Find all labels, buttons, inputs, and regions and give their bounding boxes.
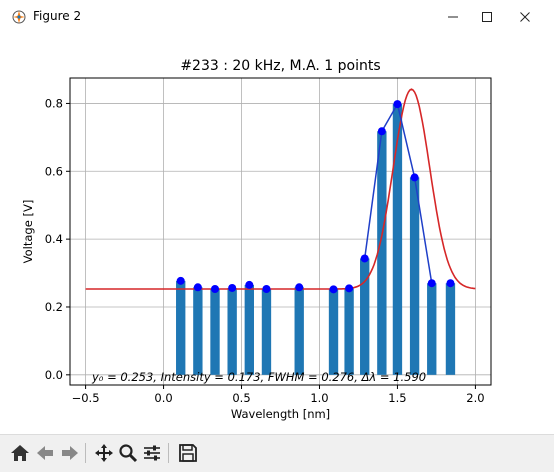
bar — [409, 177, 420, 375]
data-point — [262, 284, 271, 293]
back-button[interactable] — [33, 441, 57, 465]
chart-title: #233 : 20 kHz, M.A. 1 points — [180, 58, 380, 74]
sliders-icon — [144, 445, 160, 461]
fit-annotation: y₀ = 0.253, Intensity = 0.173, FWHM = 0.… — [91, 370, 426, 384]
bar — [344, 288, 354, 375]
data-point — [329, 285, 338, 294]
window-title: Figure 2 — [33, 9, 82, 23]
zoom-icon — [119, 444, 138, 463]
home-icon — [11, 445, 29, 461]
minimize-button[interactable] — [436, 4, 470, 30]
data-point — [193, 283, 202, 292]
x-tick-label: 1.5 — [388, 391, 406, 405]
pan-button[interactable] — [92, 441, 116, 465]
toolbar-separator — [168, 443, 169, 463]
move-icon — [95, 444, 113, 462]
save-icon — [179, 444, 197, 462]
home-button[interactable] — [8, 441, 32, 465]
y-tick-label: 0.2 — [45, 300, 63, 314]
data-point — [377, 127, 386, 136]
bar — [445, 283, 456, 375]
data-point — [393, 100, 402, 109]
bar — [261, 288, 272, 375]
zoom-button[interactable] — [116, 441, 140, 465]
bar — [294, 287, 304, 375]
bar — [328, 289, 339, 375]
bar — [244, 284, 254, 375]
x-axis-label: Wavelength [nm] — [231, 407, 330, 421]
app-icon — [12, 10, 26, 24]
toolbar-separator — [85, 443, 86, 463]
minimize-icon — [448, 16, 458, 18]
configure-subplots-button[interactable] — [140, 441, 164, 465]
close-button[interactable] — [508, 4, 542, 30]
data-point — [245, 280, 254, 289]
x-tick-label: 0.0 — [154, 391, 172, 405]
bar — [377, 131, 387, 375]
data-point — [427, 279, 436, 288]
save-button[interactable] — [176, 441, 200, 465]
forward-button[interactable] — [58, 441, 82, 465]
bar — [176, 280, 186, 375]
y-tick-label: 0.6 — [45, 164, 63, 178]
x-tick-label: 2.0 — [466, 391, 484, 405]
bar — [193, 287, 203, 375]
navigation-toolbar — [0, 434, 554, 472]
y-axis-label: Voltage [V] — [21, 200, 35, 264]
maximize-button[interactable] — [470, 4, 504, 30]
data-point — [410, 173, 419, 182]
bar — [427, 283, 437, 375]
arrow-left-icon — [37, 446, 53, 460]
data-point — [295, 283, 304, 292]
data-point — [345, 284, 354, 293]
arrow-right-icon — [62, 446, 78, 460]
close-icon — [520, 12, 530, 22]
data-point — [360, 254, 369, 263]
figure-canvas: −0.5 0.0 0.5 1.0 1.5 2.0 0.0 0.2 0.4 0.6 0.8 #233 … — [0, 34, 554, 434]
maximize-icon — [482, 12, 492, 22]
bar — [210, 288, 220, 375]
y-tick-label: 0.8 — [45, 96, 63, 110]
x-tick-label: 1.0 — [310, 391, 328, 405]
y-tick-label: 0.0 — [45, 368, 63, 382]
data-point — [446, 279, 455, 288]
data-point — [228, 283, 237, 292]
x-tick-label: 0.5 — [232, 391, 250, 405]
x-tick-label: −0.5 — [72, 391, 100, 405]
data-point — [211, 284, 220, 293]
bar — [227, 287, 237, 375]
chart: −0.5 0.0 0.5 1.0 1.5 2.0 0.0 0.2 0.4 0.6 0.8 #233 … — [21, 58, 492, 421]
y-tick-label: 0.4 — [45, 232, 63, 246]
data-point — [176, 276, 185, 285]
window-titlebar: Figure 2 — [0, 0, 554, 34]
